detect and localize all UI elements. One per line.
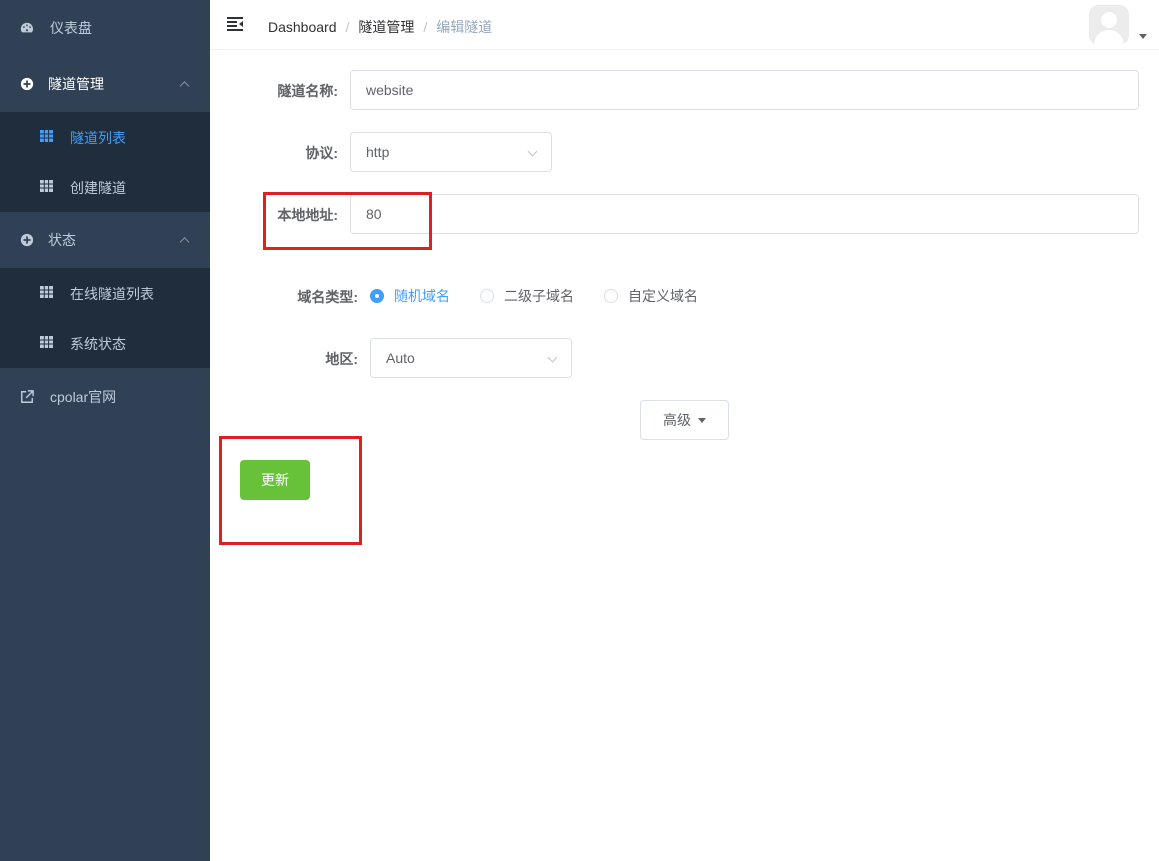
breadcrumb: Dashboard / 隧道管理 / 编辑隧道 [268,17,492,37]
radio-subdomain[interactable]: 二级子域名 [480,287,574,305]
sidebar-item-tunnel-management[interactable]: 隧道管理 [0,56,210,112]
region-select[interactable]: Auto [370,338,572,378]
sidebar-item-label: 隧道列表 [70,130,126,146]
tunnel-circle-icon [20,77,34,91]
dashboard-icon [20,22,33,33]
region-select-value: Auto [386,350,415,366]
local-address-input[interactable] [350,194,1139,234]
radio-dot [370,289,384,303]
radio-label: 自定义域名 [628,288,698,304]
sidebar: 仪表盘 隧道管理 隧道列表 创建隧道 状态 在线隧道列表 系统状态 cpolar… [0,0,210,861]
radio-custom-domain[interactable]: 自定义域名 [604,287,698,305]
caret-down-icon[interactable] [1139,34,1147,39]
sidebar-item-tunnel-list[interactable]: 隧道列表 [0,112,210,162]
highlight-box-local-address [263,192,432,250]
sidebar-item-create-tunnel[interactable]: 创建隧道 [0,162,210,212]
breadcrumb-item-tunnel-management[interactable]: 隧道管理 [358,19,414,35]
sidebar-item-label: 创建隧道 [70,180,126,196]
chevron-down-icon [527,146,538,157]
hamburger-menu-icon[interactable] [227,16,244,32]
sidebar-item-label: 隧道管理 [48,76,104,92]
sidebar-item-label: 状态 [48,232,76,248]
sidebar-item-label: 在线隧道列表 [70,286,154,302]
breadcrumb-separator: / [423,19,428,35]
breadcrumb-item-dashboard[interactable]: Dashboard [268,19,337,35]
chevron-up-icon [179,81,190,92]
radio-dot [604,289,618,303]
external-link-icon [21,390,34,403]
caret-down-icon [698,417,706,423]
sidebar-item-status[interactable]: 状态 [0,212,210,268]
avatar-silhouette-icon [1089,5,1129,45]
radio-label: 二级子域名 [504,288,574,304]
protocol-select-value: http [366,144,390,160]
top-navbar: Dashboard / 隧道管理 / 编辑隧道 [210,0,1159,50]
sidebar-item-label: 仪表盘 [50,20,92,36]
grid-icon [40,130,53,142]
sidebar-item-system-status[interactable]: 系统状态 [0,318,210,368]
tunnel-name-label: 隧道名称: [277,83,338,99]
region-label: 地区: [325,351,358,367]
domain-type-label: 域名类型: [297,289,358,305]
protocol-select[interactable]: http [350,132,552,172]
highlight-box-update [219,436,362,545]
sidebar-item-online-tunnels[interactable]: 在线隧道列表 [0,268,210,318]
radio-dot [480,289,494,303]
advanced-button-label: 高级 [663,412,691,428]
chevron-up-icon [179,237,190,248]
breadcrumb-separator: / [345,19,350,35]
sidebar-item-label: 系统状态 [70,336,126,352]
submenu-tunnel-management: 隧道列表 创建隧道 [0,112,210,212]
radio-random-domain[interactable]: 随机域名 [370,287,450,305]
tunnel-name-input[interactable] [350,70,1139,110]
radio-label: 随机域名 [394,288,450,304]
status-circle-icon [20,233,34,247]
sidebar-item-label: cpolar官网 [50,389,117,405]
user-avatar[interactable] [1089,5,1129,45]
grid-icon [40,286,53,298]
advanced-button[interactable]: 高级 [640,400,729,440]
submenu-status: 在线隧道列表 系统状态 [0,268,210,368]
breadcrumb-item-edit-tunnel: 编辑隧道 [436,19,493,35]
grid-icon [40,180,53,192]
chevron-down-icon [547,352,558,363]
grid-icon [40,336,53,348]
sidebar-item-dashboard[interactable]: 仪表盘 [0,0,210,56]
sidebar-item-cpolar-website[interactable]: cpolar官网 [0,369,210,425]
protocol-label: 协议: [305,145,338,161]
